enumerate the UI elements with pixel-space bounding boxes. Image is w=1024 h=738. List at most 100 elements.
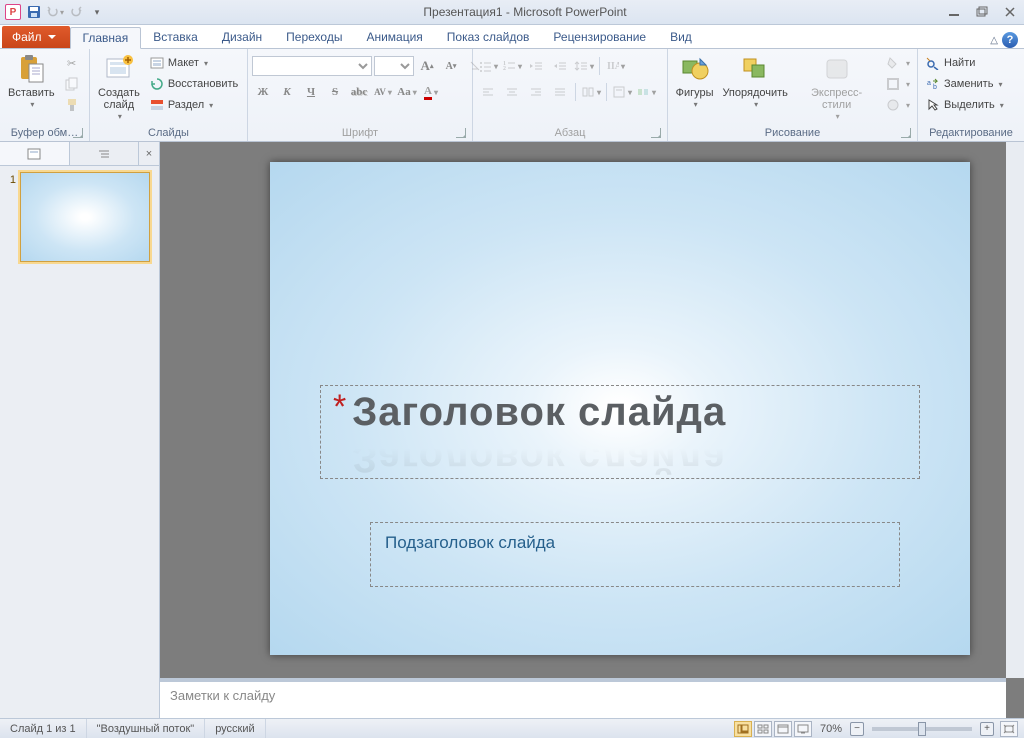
shadow-icon[interactable]: abc <box>348 81 370 103</box>
shrink-font-icon[interactable]: A▾ <box>440 55 462 77</box>
line-spacing-icon[interactable]: ▾ <box>573 55 595 77</box>
thumbnail-item[interactable]: 1 <box>4 172 155 262</box>
underline-icon[interactable]: Ч <box>300 81 322 103</box>
increase-indent-icon[interactable] <box>549 55 571 77</box>
clipboard-launcher-icon[interactable] <box>73 128 83 138</box>
justify-icon[interactable] <box>549 81 571 103</box>
numbering-icon[interactable]: 12▾ <box>501 55 523 77</box>
vertical-scrollbar[interactable] <box>1006 142 1024 678</box>
status-theme[interactable]: "Воздушный поток" <box>87 719 206 738</box>
status-language[interactable]: русский <box>205 719 265 738</box>
layout-icon <box>149 55 165 71</box>
zoom-out-icon[interactable]: − <box>850 722 864 736</box>
slides-tab-icon[interactable] <box>0 142 70 165</box>
drawing-launcher-icon[interactable] <box>901 128 911 138</box>
zoom-in-icon[interactable]: + <box>980 722 994 736</box>
italic-icon[interactable]: К <box>276 81 298 103</box>
copy-button[interactable] <box>61 74 83 94</box>
format-painter-button[interactable] <box>61 95 83 115</box>
status-slide-count[interactable]: Слайд 1 из 1 <box>0 719 87 738</box>
font-family-select[interactable] <box>252 56 372 76</box>
title-placeholder[interactable]: * Заголовок слайда <box>320 385 920 479</box>
tab-review[interactable]: Рецензирование <box>541 26 658 48</box>
paragraph-launcher-icon[interactable] <box>651 128 661 138</box>
outline-tab-icon[interactable] <box>70 142 140 165</box>
shape-fill-button[interactable]: ▾ <box>882 53 913 73</box>
text-direction-icon[interactable]: IIA▾ <box>604 55 626 77</box>
minimize-icon[interactable] <box>944 4 964 20</box>
font-size-select[interactable] <box>374 56 414 76</box>
notes-pane[interactable]: Заметки к слайду <box>160 678 1006 718</box>
align-right-icon[interactable] <box>525 81 547 103</box>
restore-button[interactable]: Восстановить <box>146 74 241 94</box>
bullets-icon[interactable]: ▾ <box>477 55 499 77</box>
arrange-button[interactable]: Упорядочить▾ <box>719 51 791 113</box>
view-sorter-icon[interactable] <box>754 721 772 737</box>
shapes-button[interactable]: Фигуры▾ <box>672 51 717 113</box>
strike-icon[interactable]: S <box>324 81 346 103</box>
align-text-icon[interactable]: ▾ <box>611 81 633 103</box>
replace-button[interactable]: abЗаменить▾ <box>922 74 1007 94</box>
tab-insert[interactable]: Вставка <box>141 26 210 48</box>
decrease-indent-icon[interactable] <box>525 55 547 77</box>
restore-icon[interactable] <box>972 4 992 20</box>
zoom-slider[interactable] <box>872 727 972 731</box>
thumbnail-preview[interactable] <box>20 172 150 262</box>
font-color-icon[interactable]: A▾ <box>420 81 442 103</box>
fit-to-window-icon[interactable] <box>1000 721 1018 737</box>
group-paragraph-label: Абзац <box>477 125 663 141</box>
tab-home[interactable]: Главная <box>70 27 142 49</box>
shape-outline-button[interactable]: ▾ <box>882 74 913 94</box>
font-launcher-icon[interactable] <box>456 128 466 138</box>
scissors-icon: ✂ <box>64 55 80 71</box>
cut-button[interactable]: ✂ <box>61 53 83 73</box>
group-paragraph: ▾ 12▾ ▾ IIA▾ ▾ ▾ ▾ Абзац <box>473 49 668 141</box>
view-normal-icon[interactable] <box>734 721 752 737</box>
change-case-icon[interactable]: Aa▾ <box>396 81 418 103</box>
redo-icon[interactable] <box>67 3 85 21</box>
group-drawing-label: Рисование <box>672 125 913 141</box>
fill-icon <box>885 55 901 71</box>
tab-view[interactable]: Вид <box>658 26 704 48</box>
subtitle-placeholder[interactable]: Подзаголовок слайда <box>370 522 900 587</box>
thumbnail-close-icon[interactable]: × <box>139 142 159 165</box>
tab-file[interactable]: Файл <box>2 26 70 48</box>
layout-button[interactable]: Макет▾ <box>146 53 241 73</box>
char-spacing-icon[interactable]: AV▾ <box>372 81 394 103</box>
title-text[interactable]: Заголовок слайда <box>352 390 726 435</box>
status-bar: Слайд 1 из 1 "Воздушный поток" русский 7… <box>0 718 1024 738</box>
qat-customize-icon[interactable]: ▾ <box>88 3 106 21</box>
tab-animations[interactable]: Анимация <box>354 26 434 48</box>
bold-icon[interactable]: Ж <box>252 81 274 103</box>
columns-icon[interactable]: ▾ <box>580 81 602 103</box>
group-font-label: Шрифт <box>252 125 468 141</box>
ribbon-minimize-icon[interactable]: △ <box>990 35 998 46</box>
tab-design[interactable]: Дизайн <box>210 26 274 48</box>
undo-icon[interactable]: ▾ <box>46 3 64 21</box>
align-left-icon[interactable] <box>477 81 499 103</box>
quick-styles-button[interactable]: Экспресс-стили▾ <box>793 51 880 125</box>
zoom-thumb[interactable] <box>918 722 926 736</box>
tab-transitions[interactable]: Переходы <box>274 26 354 48</box>
save-icon[interactable] <box>25 3 43 21</box>
zoom-percent[interactable]: 70% <box>820 723 842 735</box>
close-icon[interactable] <box>1000 4 1020 20</box>
select-button[interactable]: Выделить▾ <box>922 95 1007 115</box>
grow-font-icon[interactable]: A▴ <box>416 55 438 77</box>
subtitle-text[interactable]: Подзаголовок слайда <box>385 533 555 552</box>
group-clipboard-label: Буфер обм… <box>4 125 85 141</box>
tab-slideshow[interactable]: Показ слайдов <box>435 26 542 48</box>
view-slideshow-icon[interactable] <box>794 721 812 737</box>
notes-placeholder: Заметки к слайду <box>170 688 275 703</box>
section-button[interactable]: Раздел▾ <box>146 95 241 115</box>
slide-canvas[interactable]: * Заголовок слайда Подзаголовок слайда <box>270 162 970 655</box>
smartart-icon[interactable]: ▾ <box>635 81 657 103</box>
help-icon[interactable]: ? <box>1002 32 1018 48</box>
view-reading-icon[interactable] <box>774 721 792 737</box>
shape-effects-button[interactable]: ▾ <box>882 95 913 115</box>
app-menu-icon[interactable]: P <box>4 3 22 21</box>
paste-button[interactable]: Вставить▾ <box>4 51 59 113</box>
align-center-icon[interactable] <box>501 81 523 103</box>
new-slide-button[interactable]: Создать слайд▾ <box>94 51 144 125</box>
find-button[interactable]: Найти <box>922 53 1007 73</box>
